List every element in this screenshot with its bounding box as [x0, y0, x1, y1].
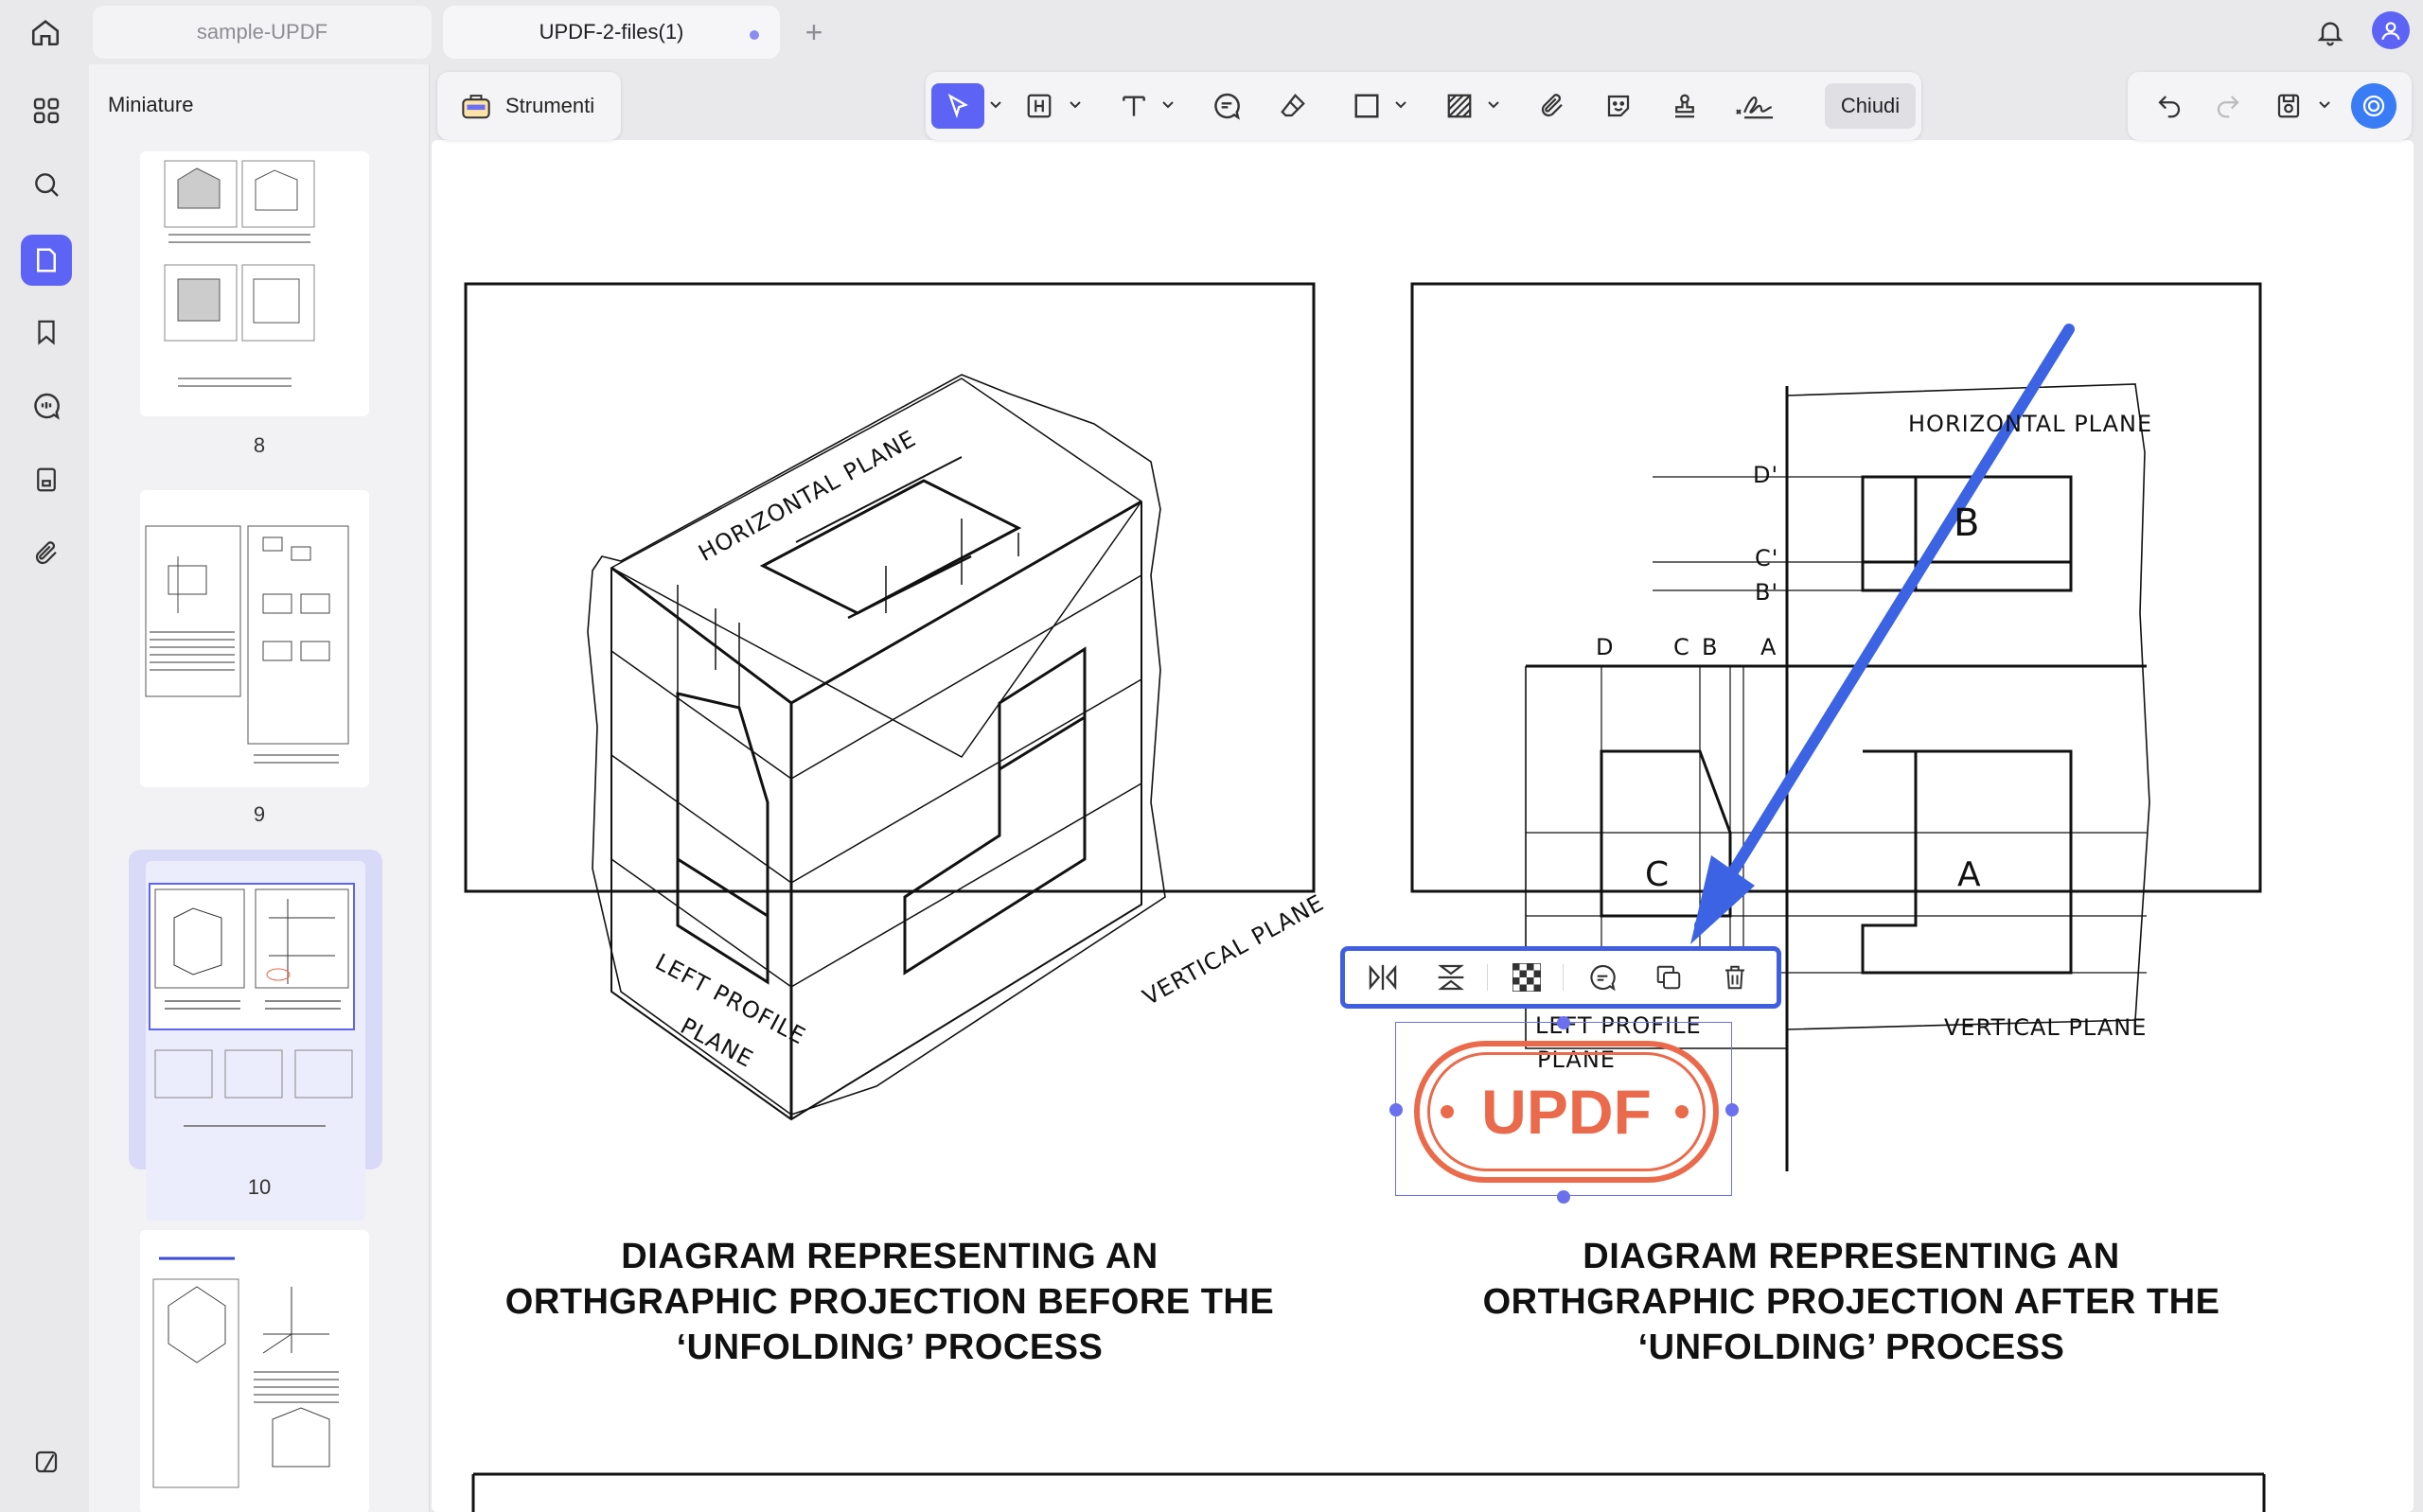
apps-grid-icon[interactable] — [21, 85, 72, 136]
comments-icon[interactable] — [21, 380, 72, 431]
user-avatar-icon[interactable] — [2372, 11, 2410, 49]
theme-toggle-icon[interactable] — [21, 1436, 72, 1487]
attach-file-tool[interactable] — [1530, 83, 1575, 129]
stamp-context-toolbar — [1340, 946, 1781, 1009]
thumbnail-page-number: 8 — [253, 433, 266, 457]
divider — [1487, 964, 1488, 991]
chevron-down-icon[interactable] — [988, 97, 1003, 112]
chevron-down-icon[interactable] — [1486, 97, 1501, 112]
left-caption-line-3: ‘UNFOLDING’ PROCESS — [676, 1327, 1104, 1367]
thumbnail-page-number: 10 — [247, 1175, 272, 1199]
right-caption-line-2: ORTHGRAPHIC PROJECTION AFTER THE — [1482, 1282, 2220, 1322]
resize-handle-right[interactable] — [1725, 1103, 1739, 1116]
thumbnails-icon[interactable] — [21, 235, 72, 286]
right-caption-line-1: DIAGRAM REPRESENTING AN — [1583, 1237, 2120, 1276]
stamp-tool[interactable] — [1662, 83, 1707, 129]
page-thumbnail-11[interactable] — [140, 1230, 369, 1512]
add-comment-icon[interactable] — [1582, 958, 1623, 996]
label-b-prime: B' — [1755, 579, 1779, 606]
tab-updf-2-files[interactable]: UPDF-2-files(1) — [443, 6, 780, 59]
rectangle-tool[interactable] — [1344, 83, 1389, 129]
page-thumbnail-8[interactable] — [140, 151, 369, 416]
label-c: C — [1673, 634, 1690, 660]
thumbnail-panel: Miniature 8 9 10 — [89, 64, 430, 1512]
face-a-label: A — [1957, 855, 1982, 894]
flip-vertical-icon[interactable] — [1430, 958, 1472, 996]
search-icon[interactable] — [21, 159, 72, 210]
tab-bar: sample-UPDF UPDF-2-files(1) + — [0, 0, 2423, 64]
add-tab-button[interactable]: + — [795, 6, 833, 59]
left-rail — [0, 64, 89, 1512]
tab-sample-updf[interactable]: sample-UPDF — [93, 6, 432, 59]
area-fill-tool[interactable] — [1437, 83, 1482, 129]
text-tool[interactable] — [1111, 83, 1157, 129]
redo-icon[interactable] — [2207, 83, 2249, 129]
thumbnail-page-number: 9 — [253, 802, 266, 826]
unsaved-dot — [750, 30, 759, 40]
right-horizontal-plane-label: HORIZONTAL PLANE — [1908, 411, 2153, 437]
panel-title: Miniature — [108, 93, 194, 116]
resize-handle-bottom[interactable] — [1557, 1190, 1570, 1204]
page-thumbnail-9[interactable] — [140, 490, 369, 787]
undo-icon[interactable] — [2149, 83, 2190, 129]
stamp-selection-box[interactable] — [1395, 1022, 1732, 1196]
tab-label: UPDF-2-files(1) — [539, 20, 684, 44]
label-b: B — [1702, 634, 1719, 660]
ai-assistant-icon[interactable] — [2351, 83, 2396, 129]
trash-icon[interactable] — [1714, 958, 1756, 996]
resize-handle-left[interactable] — [1389, 1103, 1403, 1116]
history-toolbar — [2128, 72, 2412, 140]
attachment-icon[interactable] — [21, 528, 72, 579]
chevron-down-icon[interactable] — [1393, 97, 1408, 112]
eraser-tool[interactable] — [1270, 83, 1316, 129]
close-edit-button[interactable]: Chiudi — [1825, 83, 1916, 129]
sticker-tool[interactable] — [1596, 83, 1641, 129]
right-caption-line-3: ‘UNFOLDING’ PROCESS — [1637, 1327, 2065, 1367]
resize-handle-top[interactable] — [1557, 1016, 1570, 1029]
home-icon[interactable] — [27, 13, 64, 51]
comment-tool[interactable] — [1204, 83, 1249, 129]
highlight-tool[interactable] — [1017, 83, 1062, 129]
duplicate-icon[interactable] — [1648, 958, 1689, 996]
save-icon[interactable] — [2268, 83, 2309, 129]
signature-tool[interactable] — [1728, 83, 1781, 129]
chevron-down-icon[interactable] — [2317, 97, 2332, 112]
label-a: A — [1760, 634, 1777, 660]
pdf-page: HORIZONTAL PLANE VERTICAL PLANE LEFT PRO… — [432, 140, 2414, 1512]
face-b-label: B — [1954, 501, 1981, 545]
face-c-label: C — [1645, 855, 1671, 894]
label-d-prime: D' — [1753, 462, 1779, 488]
left-caption-line-2: ORTHGRAPHIC PROJECTION BEFORE THE — [504, 1282, 1275, 1322]
opacity-icon[interactable] — [1506, 958, 1548, 996]
toolbox-icon — [462, 95, 490, 119]
left-caption-line-1: DIAGRAM REPRESENTING AN — [621, 1237, 1158, 1276]
bookmark-icon[interactable] — [21, 307, 72, 358]
bell-icon[interactable] — [2311, 13, 2349, 51]
right-vertical-plane-label: VERTICAL PLANE — [1944, 1014, 2148, 1041]
form-fields-icon[interactable] — [21, 454, 72, 505]
tools-label: Strumenti — [505, 94, 595, 117]
chevron-down-icon[interactable] — [1068, 97, 1083, 112]
tools-button[interactable]: Strumenti — [437, 72, 621, 140]
divider — [1563, 964, 1564, 991]
flip-horizontal-icon[interactable] — [1362, 958, 1404, 996]
tab-label: sample-UPDF — [196, 20, 328, 44]
label-d: D — [1596, 634, 1615, 660]
chevron-down-icon[interactable] — [1160, 97, 1176, 112]
annotation-toolbar: Chiudi — [926, 72, 1921, 140]
page-thumbnail-10[interactable] — [146, 861, 365, 1221]
select-tool[interactable] — [931, 83, 984, 129]
label-c-prime: C' — [1755, 545, 1779, 571]
